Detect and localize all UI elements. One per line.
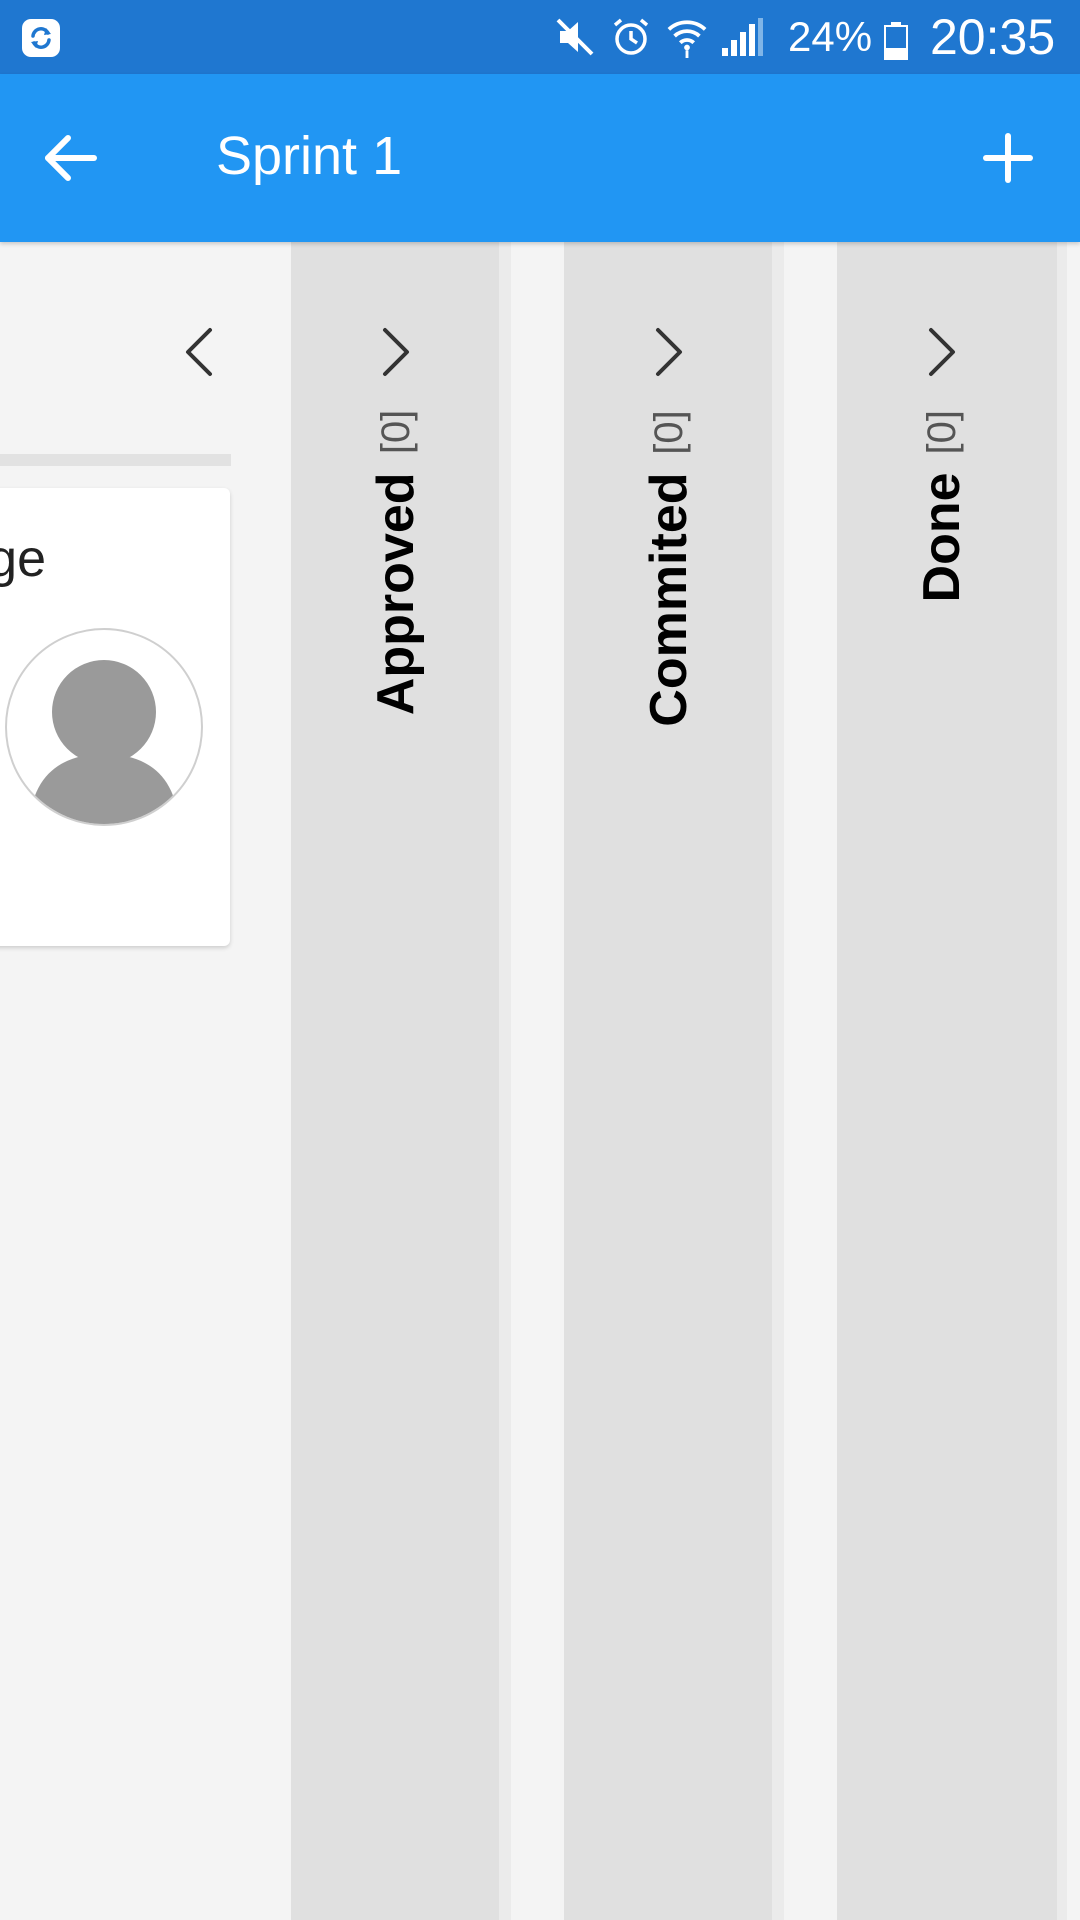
back-button[interactable] [28, 116, 112, 200]
collapse-column-button[interactable] [170, 320, 234, 384]
column-approved[interactable]: Approved [0] [291, 242, 511, 1920]
signal-icon [722, 18, 763, 56]
column-label: Approved [0] [361, 410, 431, 715]
chevron-right-icon [929, 328, 955, 376]
sync-app-icon [22, 19, 60, 57]
chevron-right-icon [383, 328, 409, 376]
wifi-icon [667, 20, 707, 58]
avatar [5, 628, 203, 826]
chevron-right-icon [656, 328, 682, 376]
column-edge [499, 242, 511, 1920]
column-count: [0] [374, 410, 418, 455]
clock: 20:35 [930, 9, 1056, 65]
column-count: [0] [920, 410, 964, 455]
plus-icon [983, 133, 1033, 183]
column-name: Done [913, 472, 971, 603]
chevron-left-icon [186, 328, 212, 376]
add-button[interactable] [966, 116, 1050, 200]
column-divider [0, 454, 231, 466]
expanded-column: age [0, 242, 232, 1920]
battery-icon [884, 22, 908, 60]
column-edge [772, 242, 784, 1920]
column-name: Commited [640, 472, 698, 727]
alarm-icon [613, 18, 649, 55]
column-commited[interactable]: Commited [0] [564, 242, 784, 1920]
card-title: age [0, 530, 46, 588]
column-label: Done [0] [907, 410, 977, 602]
column-label: Commited [0] [634, 410, 704, 727]
arrow-left-icon [45, 135, 97, 181]
default-avatar-icon [29, 660, 179, 824]
column-name: Approved [367, 472, 425, 716]
column-count: [0] [647, 410, 691, 455]
story-card[interactable]: age [0, 488, 230, 946]
board: age Approved [0] [0, 242, 1080, 1920]
expand-column-button[interactable] [909, 320, 973, 384]
column-edge [1057, 242, 1067, 1920]
status-bar: 24% 20:35 [0, 0, 1080, 74]
app-bar: Sprint 1 [0, 74, 1080, 242]
page-title: Sprint 1 [216, 126, 403, 186]
column-done[interactable]: Done [0] [837, 242, 1067, 1920]
mute-icon [556, 18, 594, 56]
battery-percent: 24% [788, 13, 873, 60]
expand-column-button[interactable] [636, 320, 700, 384]
expand-column-button[interactable] [363, 320, 427, 384]
